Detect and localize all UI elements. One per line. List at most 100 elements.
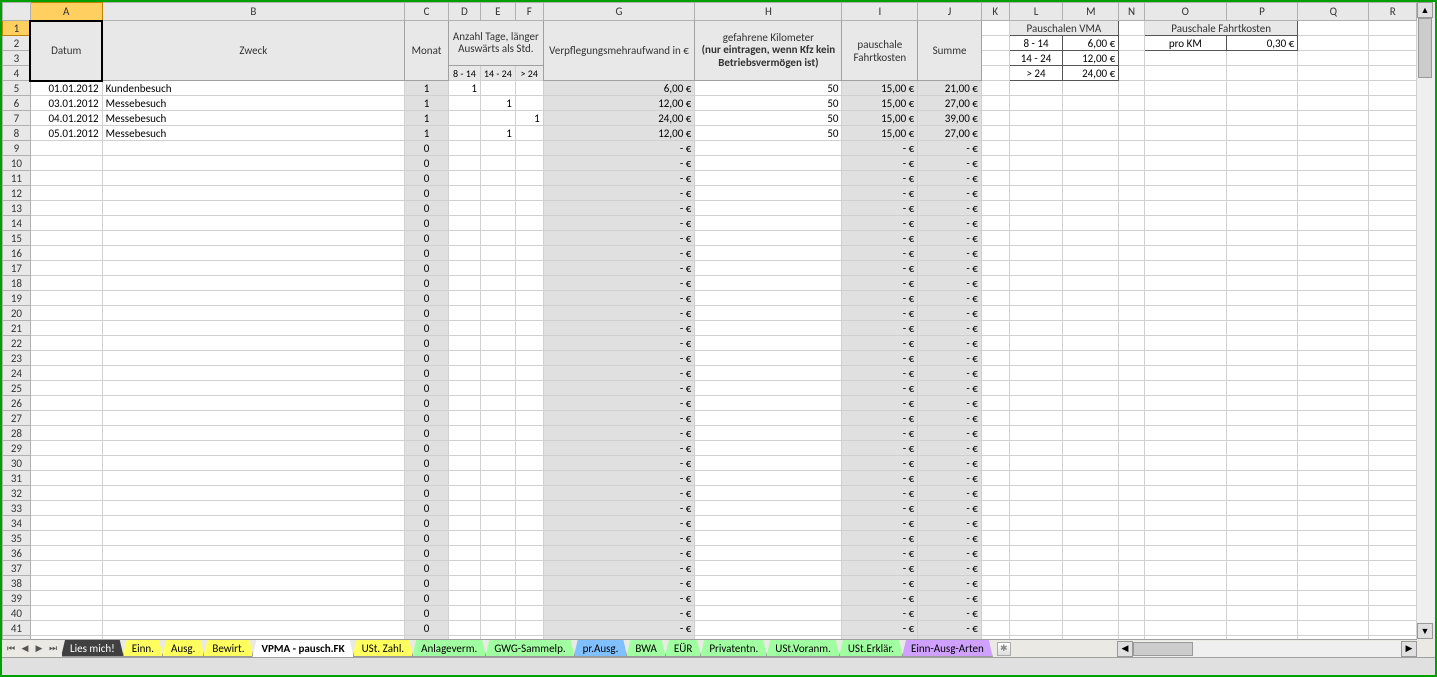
row-header-24[interactable]: 24 (3, 366, 31, 381)
cell-monat[interactable]: 0 (405, 441, 449, 456)
lookup-vma-0-label[interactable]: 8 - 14 (1009, 36, 1063, 51)
cell-sum[interactable]: - € (918, 351, 982, 366)
cell-sum[interactable]: - € (918, 306, 982, 321)
cell-vma[interactable]: 12,00 € (543, 126, 695, 141)
cell-sum[interactable]: - € (918, 501, 982, 516)
cell-sum[interactable]: - € (918, 186, 982, 201)
cell-fk[interactable]: - € (842, 276, 918, 291)
cell-monat[interactable]: 0 (405, 156, 449, 171)
column-header-J[interactable]: J (918, 3, 982, 21)
lookup-vma-1-label[interactable]: 14 - 24 (1009, 51, 1063, 66)
cell-d[interactable] (448, 126, 480, 141)
row-header-3[interactable]: 3 (3, 51, 31, 66)
cell-vma[interactable]: - € (543, 246, 695, 261)
scroll-left-button[interactable]: ◀ (1117, 641, 1133, 657)
cell-sum[interactable]: 21,00 € (918, 81, 982, 96)
cell-monat[interactable]: 0 (405, 546, 449, 561)
lookup-vma-1-val[interactable]: 12,00 € (1063, 51, 1119, 66)
column-header-R[interactable]: R (1369, 3, 1417, 21)
cell-monat[interactable]: 1 (405, 111, 449, 126)
cell-vma[interactable]: 6,00 € (543, 81, 695, 96)
worksheet-grid[interactable]: ABCDEFGHIJKLMNOPQR1DatumZweckMonatAnzahl… (2, 2, 1417, 639)
cell-d[interactable] (448, 111, 480, 126)
tab-first-icon[interactable]: ⏮ (4, 642, 18, 656)
cell-fk[interactable]: - € (842, 381, 918, 396)
sheet-tab-anlageverm-[interactable]: Anlageverm. (412, 640, 486, 657)
cell-monat[interactable]: 0 (405, 396, 449, 411)
cell-fk[interactable]: - € (842, 501, 918, 516)
cell-sum[interactable]: - € (918, 381, 982, 396)
cell-fk[interactable]: - € (842, 516, 918, 531)
column-header-O[interactable]: O (1145, 3, 1227, 21)
hscroll-track[interactable] (1133, 641, 1401, 657)
lookup-vma-0-val[interactable]: 6,00 € (1063, 36, 1119, 51)
cell-fk[interactable]: - € (842, 351, 918, 366)
cell-monat[interactable]: 0 (405, 321, 449, 336)
cell-fk[interactable]: - € (842, 306, 918, 321)
cell-vma[interactable]: - € (543, 516, 695, 531)
cell-monat[interactable]: 0 (405, 171, 449, 186)
vscroll-track[interactable] (1417, 18, 1435, 623)
sheet-tab-vpma-pausch-fk[interactable]: VPMA - pausch.FK (252, 640, 353, 657)
cell-f[interactable] (515, 96, 543, 111)
cell-monat[interactable]: 0 (405, 231, 449, 246)
cell-sum[interactable]: - € (918, 276, 982, 291)
cell-monat[interactable]: 0 (405, 411, 449, 426)
vertical-scrollbar[interactable]: ▲ ▼ (1417, 2, 1435, 639)
row-header-8[interactable]: 8 (3, 126, 31, 141)
cell-monat[interactable]: 0 (405, 516, 449, 531)
cell-vma[interactable]: 12,00 € (543, 96, 695, 111)
header-pauschalen-vma[interactable]: Pauschalen VMA (1009, 21, 1119, 36)
cell-fk[interactable]: - € (842, 456, 918, 471)
cell-sum[interactable]: - € (918, 336, 982, 351)
scroll-up-button[interactable]: ▲ (1417, 2, 1433, 18)
row-header-34[interactable]: 34 (3, 516, 31, 531)
row-header-33[interactable]: 33 (3, 501, 31, 516)
row-header-21[interactable]: 21 (3, 321, 31, 336)
cell-datum[interactable]: 05.01.2012 (30, 126, 102, 141)
header-pauschale-fahrtkosten[interactable]: Pauschale Fahrtkosten (1145, 21, 1298, 36)
cell-fk[interactable]: - € (842, 561, 918, 576)
cell-km[interactable]: 50 (695, 81, 842, 96)
row-header-39[interactable]: 39 (3, 591, 31, 606)
cell-fk[interactable]: 15,00 € (842, 111, 918, 126)
cell-fk[interactable]: - € (842, 201, 918, 216)
column-header-L[interactable]: L (1009, 3, 1063, 21)
cell-monat[interactable]: 0 (405, 576, 449, 591)
row-header-30[interactable]: 30 (3, 456, 31, 471)
cell-sum[interactable]: 27,00 € (918, 96, 982, 111)
vscroll-thumb[interactable] (1418, 18, 1432, 78)
cell-vma[interactable]: - € (543, 591, 695, 606)
row-header-22[interactable]: 22 (3, 336, 31, 351)
header-km[interactable]: gefahrene Kilometer(nur eintragen, wenn … (695, 21, 842, 81)
row-header-10[interactable]: 10 (3, 156, 31, 171)
cell-vma[interactable]: - € (543, 336, 695, 351)
cell-vma[interactable]: - € (543, 546, 695, 561)
column-header-N[interactable]: N (1119, 3, 1145, 21)
cell-monat[interactable]: 0 (405, 621, 449, 636)
row-header-1[interactable]: 1 (3, 21, 31, 36)
lookup-fk-label[interactable]: pro KM (1145, 36, 1227, 51)
cell-vma[interactable]: - € (543, 276, 695, 291)
row-header-36[interactable]: 36 (3, 546, 31, 561)
cell-monat[interactable]: 0 (405, 186, 449, 201)
column-header-A[interactable]: A (30, 3, 102, 21)
cell-fk[interactable]: - € (842, 411, 918, 426)
cell-d[interactable] (448, 96, 480, 111)
cell-km[interactable]: 50 (695, 126, 842, 141)
subheader-f[interactable]: > 24 (515, 66, 543, 81)
cell-sum[interactable]: - € (918, 516, 982, 531)
cell-vma[interactable]: - € (543, 261, 695, 276)
tab-next-icon[interactable]: ▶ (32, 642, 46, 656)
cell-fk[interactable]: - € (842, 186, 918, 201)
cell-monat[interactable]: 0 (405, 456, 449, 471)
row-header-16[interactable]: 16 (3, 246, 31, 261)
cell-sum[interactable]: - € (918, 561, 982, 576)
cell-d[interactable]: 1 (448, 81, 480, 96)
cell-vma[interactable]: - € (543, 171, 695, 186)
row-header-11[interactable]: 11 (3, 171, 31, 186)
cell-vma[interactable]: - € (543, 351, 695, 366)
cell-sum[interactable]: - € (918, 411, 982, 426)
cell-fk[interactable]: - € (842, 246, 918, 261)
column-header-P[interactable]: P (1226, 3, 1298, 21)
